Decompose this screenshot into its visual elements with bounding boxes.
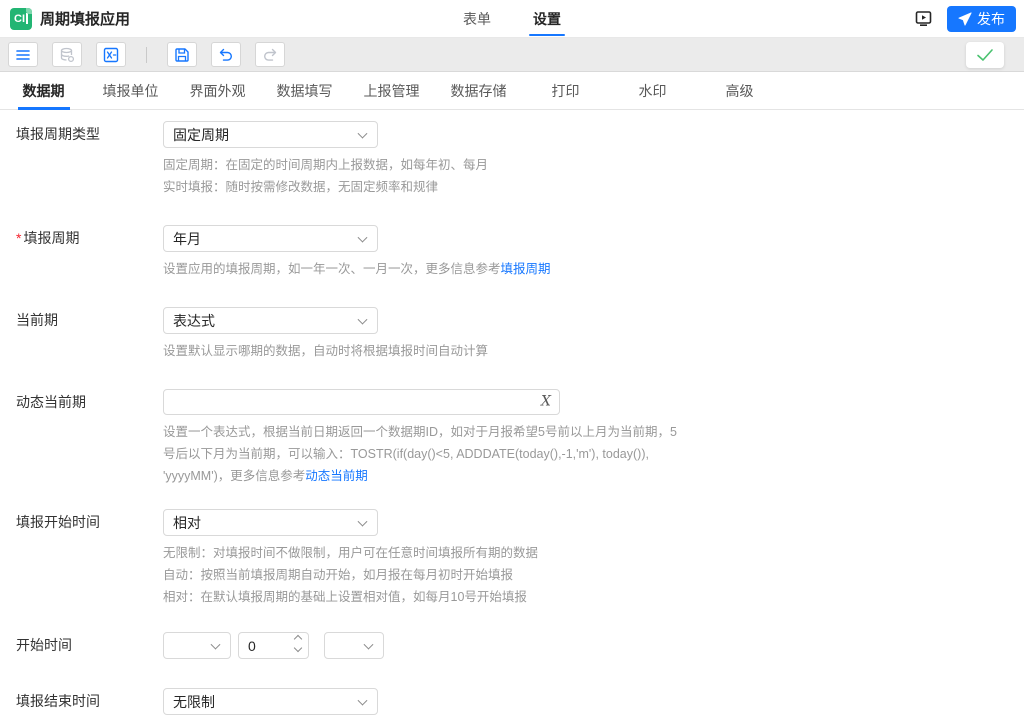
period-type-value: 固定周期 <box>173 125 229 145</box>
formula-x-icon[interactable]: X <box>541 394 551 410</box>
chevron-down-icon <box>364 639 374 649</box>
required-asterisk: * <box>16 230 21 246</box>
app-logo-text: CI <box>14 13 25 25</box>
save-icon <box>174 47 190 63</box>
chevron-down-icon <box>358 314 368 324</box>
help-text: 设置默认显示哪期的数据，自动时将根据填报时间自动计算 <box>163 340 1008 362</box>
end-time-value: 无限制 <box>173 692 215 712</box>
end-time-select[interactable]: 无限制 <box>163 688 378 715</box>
publish-label: 发布 <box>977 9 1005 29</box>
form-row: 填报周期类型 固定周期 固定周期：在固定的时间周期内上报数据，如每年初、每月 实… <box>16 121 1008 198</box>
help-text: 设置应用的填报周期，如一年一次、一月一次，更多信息参考填报周期 <box>163 258 1008 280</box>
chevron-down-icon <box>211 639 221 649</box>
current-period-select[interactable]: 表达式 <box>163 307 378 334</box>
tab-data-entry[interactable]: 数据填写 <box>261 72 348 109</box>
app-header: CI 周期填报应用 表单 设置 发布 <box>0 0 1024 38</box>
save-button[interactable] <box>167 42 197 67</box>
report-period-select[interactable]: 年月 <box>163 225 378 252</box>
toolbar <box>0 38 1024 72</box>
tab-advanced[interactable]: 高级 <box>696 72 783 109</box>
confirm-button[interactable] <box>966 42 1004 68</box>
field-label: 填报周期类型 <box>16 121 163 198</box>
toolbar-separator <box>146 47 147 63</box>
field-label: 开始时间 <box>16 632 163 659</box>
field-label: 当前期 <box>16 307 163 362</box>
chevron-down-icon <box>358 516 368 526</box>
hamburger-icon <box>15 47 31 63</box>
database-icon <box>59 47 75 63</box>
start-time-type-select[interactable]: 相对 <box>163 509 378 536</box>
number-stepper[interactable] <box>295 636 301 651</box>
stepper-up-icon <box>294 635 302 643</box>
check-icon <box>976 48 994 62</box>
help-link-dynamic-current-period[interactable]: 动态当前期 <box>305 469 368 483</box>
settings-tabbar: 数据期 填报单位 界面外观 数据填写 上报管理 数据存储 打印 水印 高级 <box>0 72 1024 110</box>
redo-icon <box>262 47 278 63</box>
excel-view-button[interactable] <box>96 42 126 67</box>
app-logo-icon: CI <box>10 8 32 30</box>
tab-watermark[interactable]: 水印 <box>609 72 696 109</box>
nav-tab-settings[interactable]: 设置 <box>533 0 561 37</box>
excel-icon <box>103 47 119 63</box>
tab-print[interactable]: 打印 <box>522 72 609 109</box>
chevron-down-icon <box>358 128 368 138</box>
help-link-report-period[interactable]: 填报周期 <box>501 262 551 276</box>
field-label: 填报开始时间 <box>16 509 163 608</box>
preview-play-icon <box>914 9 933 28</box>
tab-report-unit[interactable]: 填报单位 <box>87 72 174 109</box>
period-type-select[interactable]: 固定周期 <box>163 121 378 148</box>
app-title: 周期填报应用 <box>40 8 130 29</box>
publish-button[interactable]: 发布 <box>947 6 1016 32</box>
tab-ui-appearance[interactable]: 界面外观 <box>174 72 261 109</box>
redo-button <box>255 42 285 67</box>
header-nav-tabs: 表单 设置 <box>463 0 561 37</box>
form-row: 动态当前期 X 设置一个表达式，根据当前日期返回一个数据期ID，如对于月报希望5… <box>16 389 1008 487</box>
stepper-down-icon <box>294 644 302 652</box>
form-row: 开始时间 <box>16 632 1008 659</box>
chevron-down-icon <box>358 232 368 242</box>
form-row: 填报开始时间 相对 无限制：对填报时间不做限制，用户可在任意时间填报所有期的数据… <box>16 509 1008 608</box>
menu-button[interactable] <box>8 42 38 67</box>
chevron-down-icon <box>358 695 368 705</box>
tab-data-storage[interactable]: 数据存储 <box>435 72 522 109</box>
undo-icon <box>218 47 234 63</box>
help-text: 无限制：对填报时间不做限制，用户可在任意时间填报所有期的数据 自动：按照当前填报… <box>163 542 1008 608</box>
start-offset-extra-select[interactable] <box>324 632 384 659</box>
start-offset-unit-select[interactable] <box>163 632 231 659</box>
tab-data-period[interactable]: 数据期 <box>0 72 87 109</box>
form-row: 填报结束时间 无限制 <box>16 688 1008 715</box>
preview-button[interactable] <box>913 9 933 29</box>
field-label: *填报周期 <box>16 225 163 280</box>
report-period-value: 年月 <box>173 229 201 249</box>
field-label: 动态当前期 <box>16 389 163 487</box>
dynamic-current-period-input[interactable] <box>163 389 560 415</box>
tab-report-management[interactable]: 上报管理 <box>348 72 435 109</box>
undo-button[interactable] <box>211 42 241 67</box>
form-row: *填报周期 年月 设置应用的填报周期，如一年一次、一月一次，更多信息参考填报周期 <box>16 225 1008 280</box>
datasource-button <box>52 42 82 67</box>
form-row: 当前期 表达式 设置默认显示哪期的数据，自动时将根据填报时间自动计算 <box>16 307 1008 362</box>
field-label: 填报结束时间 <box>16 688 163 715</box>
send-plane-icon <box>958 12 972 26</box>
help-text: 固定周期：在固定的时间周期内上报数据，如每年初、每月 实时填报：随时按需修改数据… <box>163 154 1008 198</box>
start-time-type-value: 相对 <box>173 513 201 533</box>
header-actions: 发布 <box>913 6 1016 32</box>
settings-form: 填报周期类型 固定周期 固定周期：在固定的时间周期内上报数据，如每年初、每月 实… <box>0 110 1024 715</box>
nav-tab-form[interactable]: 表单 <box>463 0 491 37</box>
current-period-value: 表达式 <box>173 311 215 331</box>
help-text: 设置一个表达式，根据当前日期返回一个数据期ID，如对于月报希望5号前以上月为当前… <box>163 421 1008 487</box>
